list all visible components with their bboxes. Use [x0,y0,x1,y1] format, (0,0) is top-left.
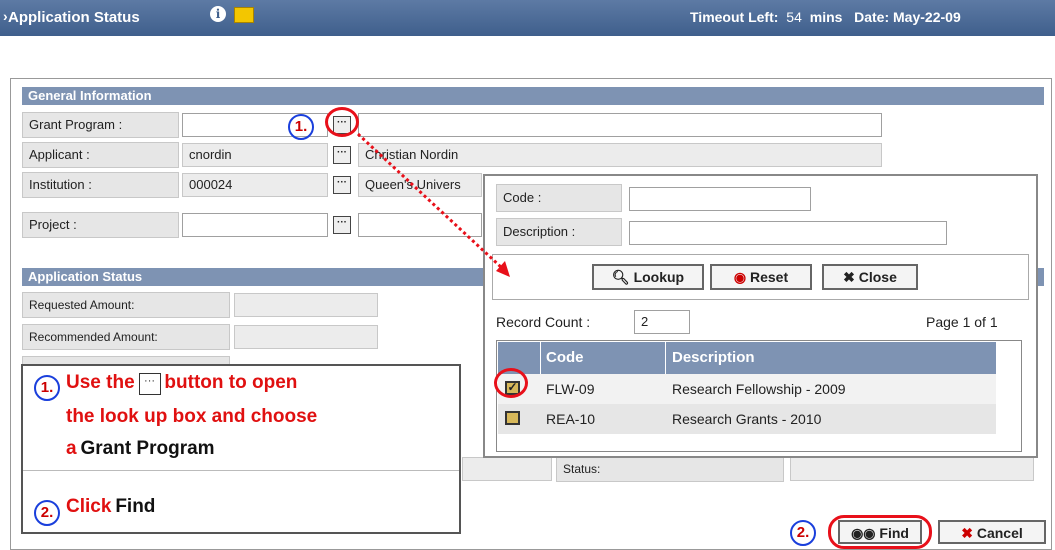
column-header-code[interactable]: Code [546,342,584,374]
step-marker-1: 1. [288,114,314,140]
record-count-label: Record Count : [496,314,591,330]
timeout-info: Timeout Left: 54 mins Date: May-22-09 [690,9,961,25]
lookup-code-field[interactable] [629,187,811,211]
step-marker-2: 2. [790,520,816,546]
highlight-oval-checkbox [494,368,528,398]
timeout-label: Timeout Left: [690,9,779,25]
institution-code-field: 000024 [182,173,328,197]
reset-button[interactable]: ◉ Reset [710,264,812,290]
grant-program-label: Grant Program : [22,112,179,138]
requested-amount-field [234,293,378,317]
cancel-icon: ✖ [961,525,973,541]
pointer-arrow [356,132,510,277]
callout-step-1-number: 1. [34,375,60,401]
row-checkbox[interactable] [505,411,520,425]
timeout-unit: mins [809,9,843,25]
lookup-description-field[interactable] [629,221,947,245]
column-header-description[interactable]: Description [672,342,755,374]
project-code-field[interactable] [182,213,328,237]
help-book-icon[interactable] [234,7,254,23]
applicant-lookup-button[interactable]: ··· [333,146,351,164]
callout-step-1-line3: a Grant Program [66,438,215,459]
info-icon[interactable]: i [210,6,226,22]
callout-step-2-number: 2. [34,500,60,526]
project-lookup-button[interactable]: ··· [333,216,351,234]
reset-icon: ◉ [733,269,747,285]
status-field [790,457,1034,481]
callout-step-1-line2: the look up box and choose [66,406,318,427]
callout-step-2-text: Click Find [66,496,156,517]
close-icon: ✖ [843,269,855,285]
institution-lookup-button[interactable]: ··· [333,176,351,194]
inline-lookup-icon: ··· [138,373,161,396]
recommended-amount-field [234,325,378,349]
applicant-code-field: cnordin [182,143,328,167]
record-count-field: 2 [634,310,690,334]
close-button[interactable]: ✖ Close [822,264,918,290]
callout-step-1-line1: Use the ··· button to open [66,372,297,396]
row-description: Research Fellowship - 2009 [672,381,846,397]
general-information-header: General Information [22,87,1044,105]
collapse-arrow-icon[interactable]: › [3,8,8,24]
lookup-button[interactable]: 🔍︎ Lookup [592,264,704,290]
binoculars-icon: ◉◉ [851,525,876,541]
page-title: Application Status [8,9,140,26]
arrow-head [496,261,510,277]
callout-divider [23,470,459,471]
requested-amount-label: Requested Amount: [22,292,230,318]
status-label: Status: [556,456,784,482]
project-label: Project : [22,212,179,238]
arrow-line [356,132,504,270]
date-display: Date: May-22-09 [854,9,961,25]
applicant-label: Applicant : [22,142,179,168]
institution-label: Institution : [22,172,179,198]
cancel-button[interactable]: ✖ Cancel [938,520,1046,544]
title-bar: › Application Status i Timeout Left: 54 … [0,0,1055,36]
recommended-amount-label: Recommended Amount: [22,324,230,350]
row-code: FLW-09 [546,381,595,397]
row-code: REA-10 [546,411,596,427]
timeout-value: 54 [786,9,802,25]
page-info: Page 1 of 1 [926,314,998,330]
row-description: Research Grants - 2010 [672,411,822,427]
magnifier-icon: 🔍︎ [611,269,630,285]
status-row6-field [462,457,552,481]
find-button[interactable]: ◉◉ Find [838,520,922,544]
